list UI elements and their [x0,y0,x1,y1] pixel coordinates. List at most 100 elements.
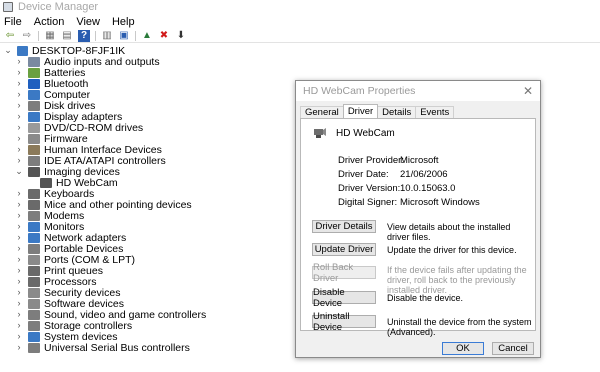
tree-device-item[interactable]: HD WebCam [26,177,118,189]
device-category-icon [28,309,40,320]
close-icon[interactable]: ✕ [523,84,533,98]
roll-back-driver-button[interactable]: Roll Back Driver [312,262,376,284]
tree-category-item[interactable]: › Processors [14,276,97,288]
device-category-icon [28,342,40,353]
tree-category-item[interactable]: › Security devices [14,287,121,299]
chevron-right-icon[interactable]: › [14,101,24,110]
tree-category-item[interactable]: › Human Interface Devices [14,144,162,156]
disable-device-button[interactable]: Disable Device [312,287,376,309]
tree-category-item[interactable]: › Portable Devices [14,243,124,255]
device-tree-icon[interactable]: ▥ [101,30,113,42]
tree-root[interactable]: ⌄ DESKTOP-8FJF1IK [3,45,125,57]
tree-category-item[interactable]: › Bluetooth [14,78,89,90]
chevron-right-icon[interactable]: › [14,321,24,330]
driver-date-value: 21/06/2006 [400,169,448,180]
chevron-right-icon[interactable]: › [14,288,24,297]
menu-action[interactable]: Action [34,16,65,28]
chevron-right-icon[interactable]: › [14,222,24,231]
tab-events[interactable]: Events [415,106,455,118]
tree-category-item[interactable]: › Storage controllers [14,320,133,332]
chevron-down-icon[interactable]: ⌄ [3,46,13,55]
chevron-right-icon[interactable]: › [14,145,24,154]
chevron-right-icon[interactable]: › [14,68,24,77]
tree-category-item[interactable]: › Print queues [14,265,103,277]
chevron-right-icon[interactable]: › [14,112,24,121]
device-category-icon [28,133,40,144]
chevron-right-icon[interactable]: › [14,134,24,143]
chevron-right-icon[interactable]: › [14,255,24,264]
menu-view[interactable]: View [76,16,100,28]
chevron-right-icon[interactable]: › [14,189,24,198]
tree-category-item[interactable]: › Modems [14,210,85,222]
chevron-right-icon[interactable]: › [14,310,24,319]
tree-category-item[interactable]: › Display adapters [14,111,123,123]
chevron-right-icon[interactable]: › [14,57,24,66]
chevron-right-icon[interactable]: › [14,244,24,253]
device-category-icon [28,265,40,276]
chevron-right-icon[interactable]: › [14,90,24,99]
device-header: HD WebCam [313,127,395,139]
uninstall-device-desc: Uninstall the device from the system (Ad… [387,317,532,337]
device-category-icon [40,177,52,188]
tree-category-item[interactable]: › Keyboards [14,188,95,200]
properties-dialog: HD WebCam Properties ✕ General Driver De… [295,80,541,358]
tree-category-item[interactable]: › Monitors [14,221,85,233]
tree-category-item[interactable]: ⌄ Imaging devices [14,166,120,178]
tree-category-item[interactable]: › Computer [14,89,91,101]
roll-back-driver-desc: If the device fails after updating the d… [387,265,527,295]
chevron-right-icon[interactable]: › [14,200,24,209]
chevron-right-icon[interactable]: › [14,343,24,352]
device-category-icon [28,199,40,210]
tree-category-item[interactable]: › Universal Serial Bus controllers [14,342,190,354]
device-category-icon [28,122,40,133]
device-category-icon [28,111,40,122]
driver-details-button[interactable]: Driver Details [312,220,376,233]
tree-category-item[interactable]: › DVD/CD-ROM drives [14,122,144,134]
chevron-right-icon[interactable]: › [14,123,24,132]
tab-driver[interactable]: Driver [342,104,379,118]
tab-general[interactable]: General [300,106,344,118]
back-arrow-icon[interactable]: ⇦ [4,30,16,42]
chevron-right-icon[interactable]: › [14,299,24,308]
tree-category-item[interactable]: › Software devices [14,298,124,310]
device-category-icon [28,155,40,166]
tree-category-item[interactable]: › IDE ATA/ATAPI controllers [14,155,166,167]
tree-category-item[interactable]: › Firmware [14,133,88,145]
enable-device-icon[interactable]: ▲ [141,30,153,42]
ok-button[interactable]: OK [442,342,484,355]
chevron-right-icon[interactable]: › [14,233,24,242]
monitor-scan-icon[interactable]: ▣ [118,30,130,42]
device-category-icon [28,320,40,331]
forward-arrow-icon[interactable]: ⇨ [21,30,33,42]
chevron-right-icon[interactable]: › [14,266,24,275]
chevron-right-icon[interactable]: › [14,156,24,165]
cancel-button[interactable]: Cancel [492,342,534,355]
tree-category-item[interactable]: › System devices [14,331,118,343]
tree-category-item[interactable]: › Ports (COM & LPT) [14,254,136,266]
device-category-icon [28,56,40,67]
tree-category-item[interactable]: › Audio inputs and outputs [14,56,160,68]
tree-category-item[interactable]: › Disk drives [14,100,96,112]
document-icon[interactable]: ▤ [61,30,73,42]
menu-help[interactable]: Help [112,16,135,28]
chevron-right-icon[interactable]: › [14,211,24,220]
toolbar: ⇦ ⇨ ▦ ▤? ▥ ▣ ▲ ✖ ⬇ [0,29,600,43]
menu-file[interactable]: File [4,16,22,28]
chevron-right-icon[interactable]: › [14,332,24,341]
device-category-icon [28,232,40,243]
tree-category-item[interactable]: › Batteries [14,67,86,79]
tree-category-item[interactable]: › Sound, video and game controllers [14,309,207,321]
chevron-right-icon[interactable]: › [14,277,24,286]
help-icon[interactable]: ? [78,29,90,42]
chevron-right-icon[interactable]: › [14,79,24,88]
tree-category-item[interactable]: › Mice and other pointing devices [14,199,192,211]
window-title: Device Manager [18,1,99,13]
properties-grid-icon[interactable]: ▦ [44,30,56,42]
uninstall-device-button[interactable]: Uninstall Device [312,311,376,333]
tree-category-item[interactable]: › Network adapters [14,232,127,244]
tab-details[interactable]: Details [377,106,417,118]
chevron-down-icon[interactable]: ⌄ [14,167,24,176]
update-driver-icon[interactable]: ⬇ [175,30,187,42]
uninstall-x-icon[interactable]: ✖ [158,30,170,42]
update-driver-button[interactable]: Update Driver [312,243,376,256]
